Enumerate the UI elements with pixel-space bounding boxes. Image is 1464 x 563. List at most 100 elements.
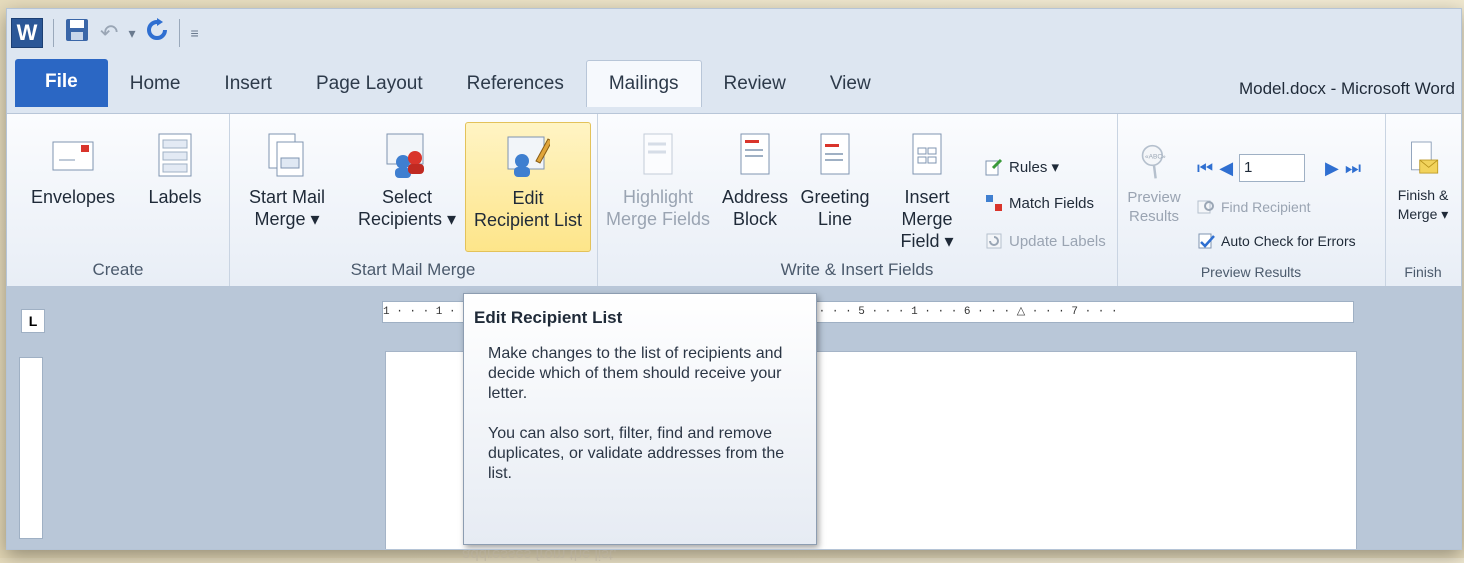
tab-insert[interactable]: Insert xyxy=(202,73,294,107)
preview-line1: Preview xyxy=(1127,189,1181,206)
tab-view[interactable]: View xyxy=(808,73,893,107)
highlight-line2: Merge Fields xyxy=(605,209,711,229)
greeting-line-icon xyxy=(820,133,850,175)
start-mail-merge-line2: Merge ▾ xyxy=(254,209,320,229)
quick-access-toolbar: W ↶ ▾ ≡ xyxy=(11,13,199,53)
tab-home[interactable]: Home xyxy=(108,73,203,107)
previous-record-icon[interactable]: ◀ xyxy=(1219,158,1233,179)
window-reflection: addresses from the list. xyxy=(462,546,618,563)
envelopes-label: Envelopes xyxy=(30,187,116,207)
match-fields-button[interactable]: Match Fields xyxy=(985,194,1094,212)
magnifier-icon: «ABC» xyxy=(1141,144,1166,179)
start-mail-merge-icon xyxy=(268,133,304,177)
find-recipient-button[interactable]: Find Recipient xyxy=(1197,198,1311,216)
word-logo-icon[interactable]: W xyxy=(11,18,43,48)
tab-selector-button[interactable]: L xyxy=(21,309,45,333)
insert-merge-line1: Insert Merge xyxy=(901,187,953,229)
envelope-icon xyxy=(52,141,94,171)
word-window: W ↶ ▾ ≡ Model.docx - Microsoft Word File… xyxy=(6,8,1462,550)
finish-line2: Merge ▾ xyxy=(1397,206,1449,222)
rules-icon xyxy=(985,158,1003,176)
qat-separator xyxy=(53,19,54,47)
greeting-line2: Line xyxy=(817,209,853,229)
insert-merge-line2: Field ▾ xyxy=(900,231,954,251)
group-label-preview-results: Preview Results xyxy=(1200,264,1302,280)
preview-line2: Results xyxy=(1128,208,1180,225)
tab-file[interactable]: File xyxy=(15,59,108,107)
last-record-icon[interactable]: ⏭ xyxy=(1345,158,1361,179)
tab-mailings[interactable]: Mailings xyxy=(585,60,702,107)
edit-recipient-list-button[interactable]: Edit Recipient List xyxy=(465,122,591,252)
update-labels-icon xyxy=(985,232,1003,250)
window-title: Model.docx - Microsoft Word xyxy=(1238,79,1455,98)
rules-button[interactable]: Rules ▾ xyxy=(985,158,1059,176)
edit-recipient-list-icon xyxy=(507,136,550,177)
group-label-create: Create xyxy=(92,260,144,279)
group-label-start-mail-merge: Start Mail Merge xyxy=(350,260,476,279)
record-navigation: ⏮ ◀ 1 ▶ ⏭ xyxy=(1197,154,1361,182)
tab-page-layout[interactable]: Page Layout xyxy=(294,73,445,107)
group-label-finish: Finish xyxy=(1404,264,1442,280)
start-mail-merge-line1: Start Mail xyxy=(248,187,326,207)
match-fields-icon xyxy=(985,194,1003,212)
update-labels-label: Update Labels xyxy=(1009,232,1106,250)
auto-check-icon xyxy=(1197,232,1215,250)
customize-icon[interactable]: ≡ xyxy=(190,25,198,41)
ribbon: Envelopes Labels Create Start Mail Merge… xyxy=(7,113,1461,287)
address-block-button[interactable]: Address Block xyxy=(719,130,791,230)
group-start-mail-merge: Start Mail Merge ▾ Select Recipients ▾ E… xyxy=(229,114,598,286)
save-icon[interactable] xyxy=(64,17,90,50)
tooltip-title: Edit Recipient List xyxy=(474,308,623,327)
select-recipients-button[interactable]: Select Recipients ▾ xyxy=(345,130,469,230)
finish-line1: Finish & xyxy=(1397,187,1449,203)
select-recipients-icon xyxy=(386,133,424,178)
greeting-line-button[interactable]: Greeting Line xyxy=(795,130,875,230)
group-write-insert-fields: Highlight Merge Fields Address Block Gre… xyxy=(597,114,1118,286)
auto-check-label: Auto Check for Errors xyxy=(1221,233,1356,249)
tab-references[interactable]: References xyxy=(445,73,586,107)
edit-recipient-list-line2: Recipient List xyxy=(473,210,583,230)
rules-label: Rules ▾ xyxy=(1009,159,1060,176)
insert-merge-field-icon xyxy=(912,133,942,175)
insert-merge-field-button[interactable]: Insert Merge Field ▾ xyxy=(877,130,977,252)
find-recipient-label: Find Recipient xyxy=(1221,199,1311,215)
address-block-icon xyxy=(740,133,770,175)
address-line2: Block xyxy=(732,209,777,229)
envelopes-button[interactable]: Envelopes xyxy=(17,130,129,208)
edit-recipient-list-line1: Edit xyxy=(512,188,544,208)
finish-merge-button[interactable]: Finish & Merge ▾ xyxy=(1389,138,1457,224)
group-finish: Finish & Merge ▾ Finish xyxy=(1385,114,1461,286)
auto-check-errors-button[interactable]: Auto Check for Errors xyxy=(1197,232,1356,250)
tooltip-paragraph-1: Make changes to the list of recipients a… xyxy=(488,345,783,402)
qat-separator xyxy=(179,19,181,47)
vertical-ruler[interactable] xyxy=(19,357,43,539)
undo-icon[interactable]: ↶ xyxy=(100,20,118,46)
undo-dropdown-icon[interactable]: ▾ xyxy=(128,25,135,42)
labels-button[interactable]: Labels xyxy=(137,130,213,208)
svg-text:«ABC»: «ABC» xyxy=(1145,154,1166,161)
ribbon-tabs: File Home Insert Page Layout References … xyxy=(7,59,893,107)
highlight-line1: Highlight xyxy=(622,187,694,207)
group-preview-results: «ABC» Preview Results ⏮ ◀ 1 ▶ ⏭ Find Rec… xyxy=(1117,114,1386,286)
address-line1: Address xyxy=(721,187,789,207)
tab-review[interactable]: Review xyxy=(702,73,808,107)
labels-label: Labels xyxy=(148,187,202,207)
select-recipients-line1: Select xyxy=(381,187,433,207)
redo-icon[interactable] xyxy=(145,17,169,49)
select-recipients-line2: Recipients ▾ xyxy=(357,209,457,229)
edit-recipient-list-tooltip: Edit Recipient List Make changes to the … xyxy=(463,293,817,545)
match-fields-label: Match Fields xyxy=(1009,194,1095,212)
update-labels-button[interactable]: Update Labels xyxy=(985,232,1106,250)
group-create: Envelopes Labels Create xyxy=(7,114,230,286)
record-number-input[interactable]: 1 xyxy=(1239,154,1306,182)
finish-merge-icon xyxy=(1411,141,1439,174)
highlight-merge-fields-button[interactable]: Highlight Merge Fields xyxy=(601,130,715,230)
labels-icon xyxy=(158,133,192,177)
first-record-icon[interactable]: ⏮ xyxy=(1197,158,1213,179)
next-record-icon[interactable]: ▶ xyxy=(1325,158,1339,179)
find-recipient-icon xyxy=(1197,198,1215,216)
start-mail-merge-button[interactable]: Start Mail Merge ▾ xyxy=(235,130,339,230)
highlight-merge-fields-icon xyxy=(643,133,673,175)
preview-results-button[interactable]: «ABC» Preview Results xyxy=(1123,140,1185,226)
group-label-write-insert-fields: Write & Insert Fields xyxy=(780,260,934,279)
